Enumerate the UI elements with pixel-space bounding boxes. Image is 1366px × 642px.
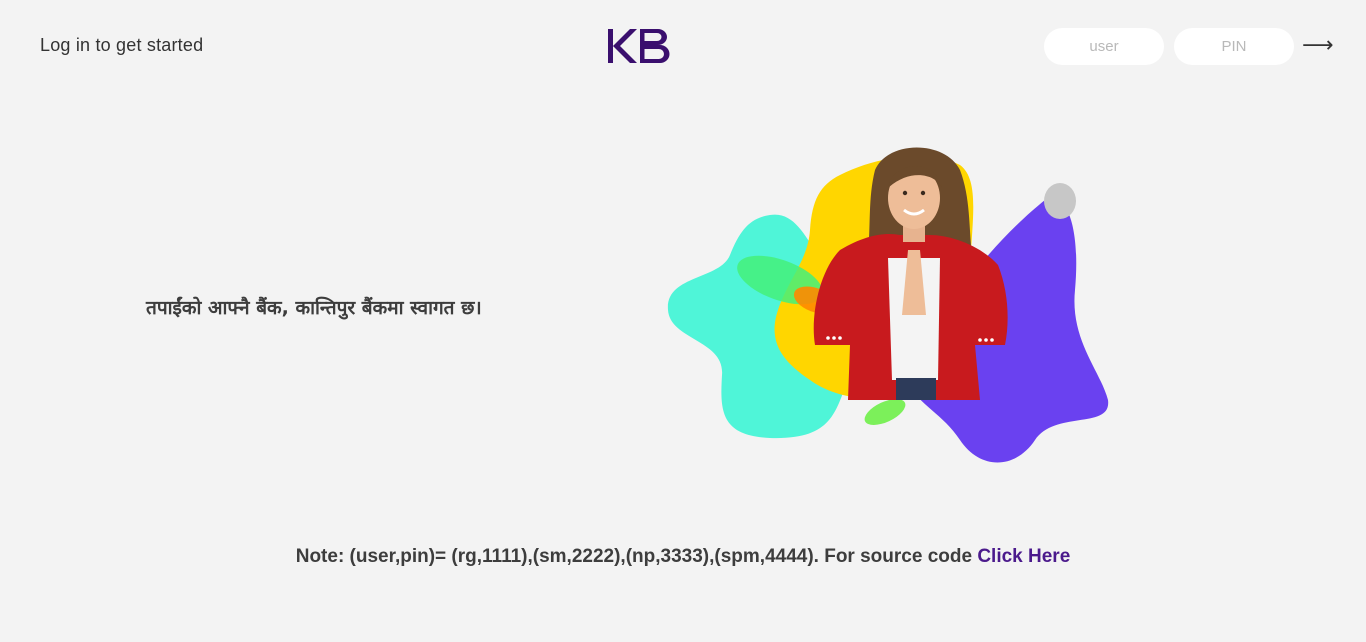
user-input[interactable] bbox=[1044, 28, 1164, 65]
source-code-link[interactable]: Click Here bbox=[977, 546, 1070, 567]
note-text: Note: (user,pin)= (rg,1111),(sm,2222),(n… bbox=[295, 546, 978, 567]
arrow-right-icon: ⟶ bbox=[1302, 33, 1334, 58]
gray-dot bbox=[1044, 183, 1076, 219]
login-submit-button[interactable]: ⟶ bbox=[1302, 31, 1334, 61]
top-bar: Log in to get started ⟶ bbox=[0, 0, 1366, 92]
kb-logo bbox=[608, 29, 670, 63]
login-title: Log in to get started bbox=[40, 35, 204, 55]
pin-input[interactable] bbox=[1174, 28, 1294, 65]
credentials-note: Note: (user,pin)= (rg,1111),(sm,2222),(n… bbox=[0, 546, 1366, 568]
hero-illustration bbox=[667, 147, 1109, 463]
welcome-message: तपाईंको आफ्नै बैंक, कान्तिपुर बैंकमा स्व… bbox=[146, 297, 482, 319]
